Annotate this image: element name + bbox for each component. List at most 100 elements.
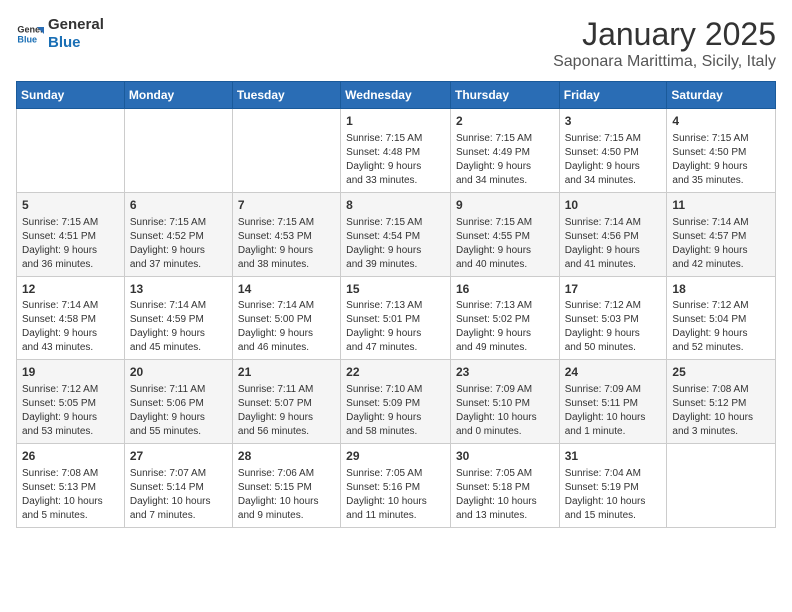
calendar-cell: 2 Sunrise: 7:15 AM Sunset: 4:49 PM Daylig…: [450, 109, 559, 193]
weekday-header: Sunday: [17, 82, 125, 109]
weekday-header: Saturday: [667, 82, 776, 109]
day-info: Sunrise: 7:09 AM Sunset: 5:11 PM Dayligh…: [565, 383, 662, 439]
week-row: 12Sunrise: 7:14 AM Sunset: 4:58 PM Dayli…: [17, 276, 776, 360]
day-info: Sunrise: 7:15 AM Sunset: 4:55 PM Dayligh…: [456, 216, 554, 272]
day-number: 15: [346, 281, 445, 298]
calendar-cell: 25 Sunrise: 7:08 AM Sunset: 5:12 PM Dayli…: [667, 360, 776, 444]
day-info: Sunrise: 7:15 AM Sunset: 4:50 PM Dayligh…: [565, 132, 662, 188]
day-number: 29: [346, 448, 445, 465]
calendar-cell: 28 Sunrise: 7:06 AM Sunset: 5:15 PM Dayli…: [232, 444, 340, 528]
day-number: 22: [346, 364, 445, 381]
day-number: 26: [22, 448, 119, 465]
day-number: 2: [456, 113, 554, 130]
calendar-cell: 6Sunrise: 7:15 AM Sunset: 4:52 PM Daylig…: [124, 192, 232, 276]
calendar-cell: 16Sunrise: 7:13 AM Sunset: 5:02 PM Dayli…: [450, 276, 559, 360]
weekday-header: Wednesday: [341, 82, 451, 109]
day-number: 3: [565, 113, 662, 130]
calendar-cell: 12Sunrise: 7:14 AM Sunset: 4:58 PM Dayli…: [17, 276, 125, 360]
svg-text:Blue: Blue: [17, 34, 37, 44]
day-number: 25: [672, 364, 770, 381]
calendar-cell: 15Sunrise: 7:13 AM Sunset: 5:01 PM Dayli…: [341, 276, 451, 360]
day-info: Sunrise: 7:04 AM Sunset: 5:19 PM Dayligh…: [565, 467, 662, 523]
calendar-cell: 30Sunrise: 7:05 AM Sunset: 5:18 PM Dayli…: [450, 444, 559, 528]
weekday-row: SundayMondayTuesdayWednesdayThursdayFrid…: [17, 82, 776, 109]
calendar-cell: 14Sunrise: 7:14 AM Sunset: 5:00 PM Dayli…: [232, 276, 340, 360]
day-info: Sunrise: 7:14 AM Sunset: 4:59 PM Dayligh…: [130, 299, 227, 355]
day-info: Sunrise: 7:11 AM Sunset: 5:06 PM Dayligh…: [130, 383, 227, 439]
day-info: Sunrise: 7:12 AM Sunset: 5:05 PM Dayligh…: [22, 383, 119, 439]
calendar-body: 1Sunrise: 7:15 AM Sunset: 4:48 PM Daylig…: [17, 109, 776, 528]
day-info: Sunrise: 7:14 AM Sunset: 5:00 PM Dayligh…: [238, 299, 335, 355]
week-row: 19 Sunrise: 7:12 AM Sunset: 5:05 PM Dayli…: [17, 360, 776, 444]
day-info: Sunrise: 7:05 AM Sunset: 5:16 PM Dayligh…: [346, 467, 445, 523]
day-number: 11: [672, 197, 770, 214]
day-number: 21: [238, 364, 335, 381]
calendar-cell: 11Sunrise: 7:14 AM Sunset: 4:57 PM Dayli…: [667, 192, 776, 276]
day-info: Sunrise: 7:08 AM Sunset: 5:12 PM Dayligh…: [672, 383, 770, 439]
day-number: 27: [130, 448, 227, 465]
page-header: General Blue General Blue January 2025 S…: [16, 16, 776, 71]
day-number: 4: [672, 113, 770, 130]
day-number: 6: [130, 197, 227, 214]
day-number: 1: [346, 113, 445, 130]
day-info: Sunrise: 7:15 AM Sunset: 4:49 PM Dayligh…: [456, 132, 554, 188]
day-info: Sunrise: 7:13 AM Sunset: 5:02 PM Dayligh…: [456, 299, 554, 355]
weekday-header: Tuesday: [232, 82, 340, 109]
calendar-cell: [232, 109, 340, 193]
calendar-cell: 21 Sunrise: 7:11 AM Sunset: 5:07 PM Dayli…: [232, 360, 340, 444]
calendar-cell: 23Sunrise: 7:09 AM Sunset: 5:10 PM Dayli…: [450, 360, 559, 444]
day-info: Sunrise: 7:14 AM Sunset: 4:58 PM Dayligh…: [22, 299, 119, 355]
calendar-cell: 10 Sunrise: 7:14 AM Sunset: 4:56 PM Dayli…: [559, 192, 667, 276]
calendar-cell: 4 Sunrise: 7:15 AM Sunset: 4:50 PM Daylig…: [667, 109, 776, 193]
day-number: 28: [238, 448, 335, 465]
day-info: Sunrise: 7:11 AM Sunset: 5:07 PM Dayligh…: [238, 383, 335, 439]
week-row: 1Sunrise: 7:15 AM Sunset: 4:48 PM Daylig…: [17, 109, 776, 193]
day-info: Sunrise: 7:14 AM Sunset: 4:56 PM Dayligh…: [565, 216, 662, 272]
day-number: 10: [565, 197, 662, 214]
calendar-cell: 20 Sunrise: 7:11 AM Sunset: 5:06 PM Dayli…: [124, 360, 232, 444]
calendar-cell: 26Sunrise: 7:08 AM Sunset: 5:13 PM Dayli…: [17, 444, 125, 528]
logo-line1: General: [48, 16, 104, 34]
calendar-table: SundayMondayTuesdayWednesdayThursdayFrid…: [16, 81, 776, 528]
day-number: 5: [22, 197, 119, 214]
calendar-cell: 18Sunrise: 7:12 AM Sunset: 5:04 PM Dayli…: [667, 276, 776, 360]
day-info: Sunrise: 7:06 AM Sunset: 5:15 PM Dayligh…: [238, 467, 335, 523]
calendar-cell: 9Sunrise: 7:15 AM Sunset: 4:55 PM Daylig…: [450, 192, 559, 276]
day-info: Sunrise: 7:15 AM Sunset: 4:54 PM Dayligh…: [346, 216, 445, 272]
day-number: 24: [565, 364, 662, 381]
day-number: 30: [456, 448, 554, 465]
calendar-cell: 3 Sunrise: 7:15 AM Sunset: 4:50 PM Daylig…: [559, 109, 667, 193]
day-number: 20: [130, 364, 227, 381]
day-info: Sunrise: 7:15 AM Sunset: 4:50 PM Dayligh…: [672, 132, 770, 188]
day-number: 8: [346, 197, 445, 214]
day-number: 18: [672, 281, 770, 298]
logo-line2: Blue: [48, 34, 104, 52]
day-number: 16: [456, 281, 554, 298]
day-info: Sunrise: 7:07 AM Sunset: 5:14 PM Dayligh…: [130, 467, 227, 523]
calendar-cell: 13Sunrise: 7:14 AM Sunset: 4:59 PM Dayli…: [124, 276, 232, 360]
day-number: 23: [456, 364, 554, 381]
week-row: 26Sunrise: 7:08 AM Sunset: 5:13 PM Dayli…: [17, 444, 776, 528]
calendar-cell: 22 Sunrise: 7:10 AM Sunset: 5:09 PM Dayli…: [341, 360, 451, 444]
logo: General Blue General Blue: [16, 16, 104, 52]
day-number: 13: [130, 281, 227, 298]
calendar-title: January 2025: [553, 16, 776, 53]
calendar-cell: 29 Sunrise: 7:05 AM Sunset: 5:16 PM Dayli…: [341, 444, 451, 528]
calendar-cell: 7Sunrise: 7:15 AM Sunset: 4:53 PM Daylig…: [232, 192, 340, 276]
calendar-cell: 19 Sunrise: 7:12 AM Sunset: 5:05 PM Dayli…: [17, 360, 125, 444]
week-row: 5Sunrise: 7:15 AM Sunset: 4:51 PM Daylig…: [17, 192, 776, 276]
calendar-cell: [124, 109, 232, 193]
weekday-header: Monday: [124, 82, 232, 109]
calendar-cell: 31 Sunrise: 7:04 AM Sunset: 5:19 PM Dayli…: [559, 444, 667, 528]
calendar-header: SundayMondayTuesdayWednesdayThursdayFrid…: [17, 82, 776, 109]
day-info: Sunrise: 7:10 AM Sunset: 5:09 PM Dayligh…: [346, 383, 445, 439]
day-number: 31: [565, 448, 662, 465]
day-number: 12: [22, 281, 119, 298]
title-block: January 2025 Saponara Marittima, Sicily,…: [553, 16, 776, 71]
day-info: Sunrise: 7:12 AM Sunset: 5:04 PM Dayligh…: [672, 299, 770, 355]
calendar-cell: 1Sunrise: 7:15 AM Sunset: 4:48 PM Daylig…: [341, 109, 451, 193]
calendar-cell: [17, 109, 125, 193]
calendar-cell: 17Sunrise: 7:12 AM Sunset: 5:03 PM Dayli…: [559, 276, 667, 360]
calendar-subtitle: Saponara Marittima, Sicily, Italy: [553, 53, 776, 71]
day-number: 19: [22, 364, 119, 381]
